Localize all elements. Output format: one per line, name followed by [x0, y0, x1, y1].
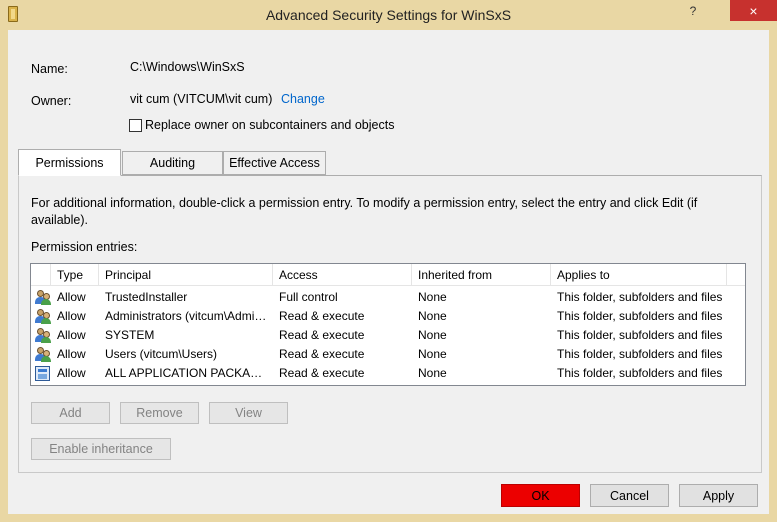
- column-header-inherited-from[interactable]: Inherited from: [412, 264, 551, 286]
- row-access: Read & execute: [279, 347, 365, 361]
- column-header-icon[interactable]: [31, 264, 51, 286]
- table-row[interactable]: Allow SYSTEM Read & execute None This fo…: [31, 326, 745, 345]
- row-type: Allow: [57, 347, 86, 361]
- row-type: Allow: [57, 290, 86, 304]
- row-applies-to: This folder, subfolders and files: [557, 328, 723, 342]
- row-inherited-from: None: [418, 347, 447, 361]
- row-principal: SYSTEM: [105, 328, 155, 342]
- apply-button[interactable]: Apply: [679, 484, 758, 507]
- row-icon-cell: [35, 307, 51, 326]
- row-applies-to: This folder, subfolders and files: [557, 347, 723, 361]
- users-icon: [35, 347, 51, 362]
- table-row[interactable]: Allow ALL APPLICATION PACKAGES Read & ex…: [31, 364, 745, 383]
- close-button[interactable]: ×: [730, 0, 777, 21]
- column-header-principal[interactable]: Principal: [99, 264, 273, 286]
- tab-permissions[interactable]: Permissions: [18, 149, 121, 176]
- permission-entries-label: Permission entries:: [31, 240, 138, 254]
- view-button[interactable]: View: [209, 402, 288, 424]
- row-access: Full control: [279, 290, 338, 304]
- title-bar: Advanced Security Settings for WinSxS ? …: [0, 0, 777, 30]
- column-header-type[interactable]: Type: [51, 264, 99, 286]
- remove-button[interactable]: Remove: [120, 402, 199, 424]
- name-label: Name:: [31, 62, 68, 76]
- table-row[interactable]: Allow Administrators (vitcum\Administrat…: [31, 307, 745, 326]
- tab-effective-access[interactable]: Effective Access: [223, 151, 326, 175]
- row-principal: Administrators (vitcum\Administrators): [105, 309, 271, 323]
- cancel-button[interactable]: Cancel: [590, 484, 669, 507]
- dialog-body: Name: C:\Windows\WinSxS Owner: vit cum (…: [8, 30, 769, 514]
- owner-value: vit cum (VITCUM\vit cum): [130, 92, 273, 106]
- row-icon-cell: [35, 364, 51, 383]
- row-inherited-from: None: [418, 290, 447, 304]
- row-principal: Users (vitcum\Users): [105, 347, 218, 361]
- package-icon: [35, 366, 50, 381]
- replace-owner-checkbox[interactable]: [129, 119, 142, 132]
- row-type: Allow: [57, 366, 86, 380]
- row-inherited-from: None: [418, 328, 447, 342]
- column-header-access[interactable]: Access: [273, 264, 412, 286]
- row-inherited-from: None: [418, 366, 447, 380]
- add-button[interactable]: Add: [31, 402, 110, 424]
- owner-label: Owner:: [31, 94, 72, 108]
- replace-owner-label[interactable]: Replace owner on subcontainers and objec…: [145, 118, 394, 132]
- enable-inheritance-button[interactable]: Enable inheritance: [31, 438, 171, 460]
- row-principal: ALL APPLICATION PACKAGES: [105, 366, 271, 380]
- change-owner-link[interactable]: Change: [281, 92, 325, 106]
- users-icon: [35, 309, 51, 324]
- row-access: Read & execute: [279, 309, 365, 323]
- table-row[interactable]: Allow Users (vitcum\Users) Read & execut…: [31, 345, 745, 364]
- row-access: Read & execute: [279, 328, 365, 342]
- permissions-panel: For additional information, double-click…: [18, 175, 762, 473]
- row-icon-cell: [35, 288, 51, 307]
- row-principal: TrustedInstaller: [105, 290, 188, 304]
- row-icon-cell: [35, 326, 51, 345]
- row-type: Allow: [57, 309, 86, 323]
- row-inherited-from: None: [418, 309, 447, 323]
- row-applies-to: This folder, subfolders and files: [557, 290, 723, 304]
- ok-button[interactable]: OK: [501, 484, 580, 507]
- table-row[interactable]: Allow TrustedInstaller Full control None…: [31, 288, 745, 307]
- row-icon-cell: [35, 345, 51, 364]
- column-header-applies-to[interactable]: Applies to: [551, 264, 727, 286]
- row-type: Allow: [57, 328, 86, 342]
- permission-entries-list[interactable]: Type Principal Access Inherited from App…: [30, 263, 746, 386]
- users-icon: [35, 290, 51, 305]
- row-applies-to: This folder, subfolders and files: [557, 366, 723, 380]
- row-applies-to: This folder, subfolders and files: [557, 309, 723, 323]
- help-button[interactable]: ?: [686, 0, 700, 21]
- row-access: Read & execute: [279, 366, 365, 380]
- name-value: C:\Windows\WinSxS: [130, 60, 245, 74]
- users-icon: [35, 328, 51, 343]
- window-title: Advanced Security Settings for WinSxS: [265, 7, 512, 23]
- permissions-info-text: For additional information, double-click…: [31, 196, 698, 227]
- tab-auditing[interactable]: Auditing: [122, 151, 223, 175]
- list-header: Type Principal Access Inherited from App…: [31, 264, 745, 286]
